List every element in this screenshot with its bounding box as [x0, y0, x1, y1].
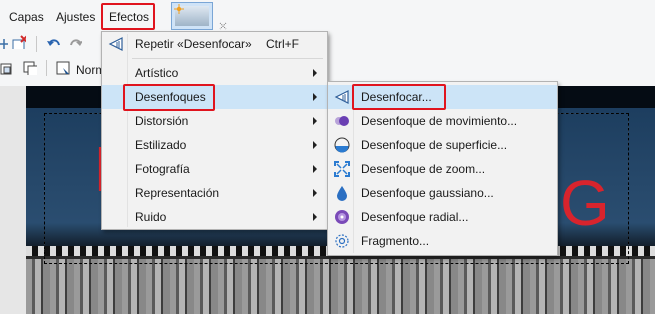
submenu-item-label: Desenfoque de movimiento... [361, 114, 518, 128]
effects-menu: Repetir «Desenfocar» Ctrl+F Artístico De… [101, 31, 328, 230]
menu-item-label: Ruido [135, 210, 167, 224]
submenu-item-fragment[interactable]: Fragmento... [328, 229, 557, 253]
menu-item-estilizado[interactable]: Estilizado [102, 133, 327, 157]
menu-item-label: Fotografía [135, 162, 190, 176]
triangle-blur-icon [334, 90, 349, 104]
gaussian-drop-icon [337, 186, 347, 201]
menu-item-distorsion[interactable]: Distorsión [102, 109, 327, 133]
menu-item-ruido[interactable]: Ruido [102, 205, 327, 229]
toolbar-right-area [330, 31, 655, 86]
delete-layer-icon[interactable] [12, 35, 26, 49]
menu-item-repeat-blur[interactable]: Repetir «Desenfocar» Ctrl+F [102, 32, 327, 56]
desenfoques-highlight-box [123, 84, 215, 111]
layer-icon[interactable] [0, 61, 14, 75]
motion-blur-icon [335, 116, 349, 126]
menu-item-label: Estilizado [135, 138, 187, 152]
menu-bar: Capas Ajustes Efectos [0, 0, 655, 31]
submenu-item-gaussian-blur[interactable]: Desenfoque gaussiano... [328, 181, 557, 205]
menu-item-label: Artístico [135, 66, 179, 80]
submenu-arrow-icon [313, 93, 317, 101]
radial-blur-icon [335, 210, 349, 224]
desenfocar-highlight-box [352, 84, 446, 110]
submenu-item-label: Desenfoque de zoom... [361, 162, 486, 176]
redo-icon[interactable] [68, 36, 82, 50]
submenu-item-label: Desenfoque gaussiano... [361, 186, 494, 200]
triangle-blur-icon [108, 37, 123, 51]
submenu-arrow-icon [313, 165, 317, 173]
submenu-arrow-icon [313, 69, 317, 77]
efectos-highlight-box [101, 3, 155, 30]
menu-ajustes[interactable]: Ajustes [56, 9, 95, 25]
menu-capas[interactable]: Capas [9, 9, 44, 25]
submenu-arrow-icon [313, 141, 317, 149]
submenu-item-label: Fragmento... [361, 234, 430, 248]
menu-item-label: Representación [135, 186, 220, 200]
submenu-item-radial-blur[interactable]: Desenfoque radial... [328, 205, 557, 229]
sparkle-icon [174, 4, 184, 14]
zoom-blur-icon [334, 161, 350, 177]
menu-separator [132, 58, 323, 59]
undo-icon[interactable] [46, 36, 60, 50]
menu-item-representacion[interactable]: Representación [102, 181, 327, 205]
tab-close-icon[interactable] [219, 22, 227, 30]
submenu-item-zoom-blur[interactable]: Desenfoque de zoom... [328, 157, 557, 181]
surface-blur-icon [334, 137, 350, 153]
toolbar: Norm [0, 31, 105, 86]
toolbar-divider [36, 36, 37, 52]
menu-item-artistico[interactable]: Artístico [102, 61, 327, 85]
submenu-item-surface-blur[interactable]: Desenfoque de superficie... [328, 133, 557, 157]
submenu-arrow-icon [313, 213, 317, 221]
submenu-item-label: Desenfoque radial... [361, 210, 469, 224]
duplicate-layer-icon[interactable] [23, 61, 37, 75]
repeat-shortcut: Ctrl+F [266, 37, 299, 51]
submenu-item-motion-blur[interactable]: Desenfoque de movimiento... [328, 109, 557, 133]
toolbar-divider [46, 60, 47, 76]
blend-mode-icon[interactable] [56, 61, 70, 75]
repeat-label: Repetir «Desenfocar» [135, 37, 252, 51]
city-skyline [26, 256, 655, 314]
submenu-arrow-icon [313, 189, 317, 197]
submenu-item-label: Desenfoque de superficie... [361, 138, 508, 152]
menu-item-fotografia[interactable]: Fotografía [102, 157, 327, 181]
fragment-icon [335, 234, 349, 248]
submenu-arrow-icon [313, 117, 317, 125]
menu-item-label: Distorsión [135, 114, 189, 128]
image-thumbnail-tab[interactable] [171, 2, 213, 30]
